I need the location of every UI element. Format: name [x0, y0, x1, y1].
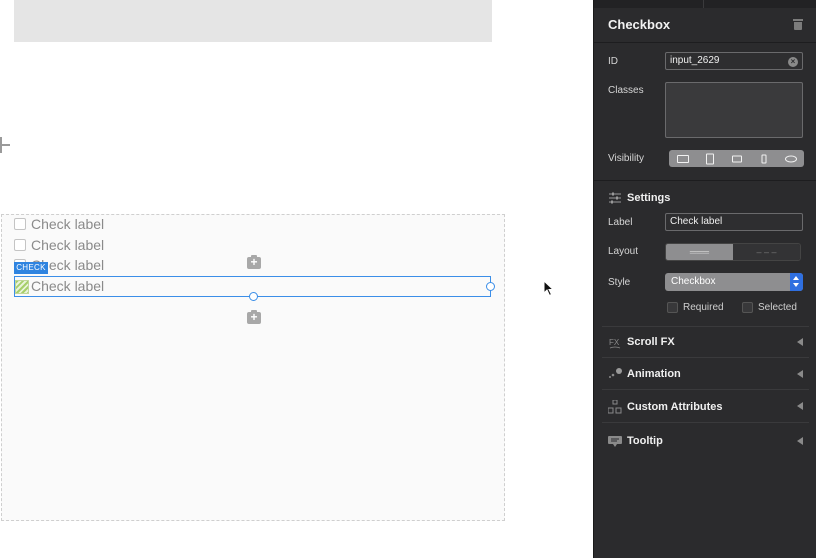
checkbox-square[interactable] — [14, 239, 26, 251]
tooltip-icon — [608, 434, 622, 448]
required-option[interactable]: Required — [667, 302, 724, 313]
properties-panel: Checkbox ID input_2629 × Classes Visibil… — [593, 0, 816, 558]
expand-caret-icon[interactable] — [797, 338, 803, 346]
label-input[interactable]: Check label — [665, 213, 803, 231]
selected-option[interactable]: Selected — [742, 302, 797, 313]
select-arrows-icon — [790, 273, 803, 291]
panel-tab-strip[interactable] — [594, 0, 816, 8]
custom-attributes-title: Custom Attributes — [627, 401, 723, 413]
eye-icon — [784, 155, 797, 162]
panel-title: Checkbox — [608, 17, 671, 32]
mouse-cursor-icon — [543, 280, 555, 297]
scroll-fx-section-header[interactable]: FX Scroll FX — [608, 334, 675, 350]
settings-section-header[interactable]: Settings — [608, 190, 670, 206]
add-element-above-button[interactable]: + — [247, 255, 261, 269]
tablet-icon — [705, 153, 714, 164]
style-select[interactable]: Checkbox — [665, 273, 803, 291]
visibility-desktop-button[interactable] — [669, 150, 696, 167]
svg-text:FX: FX — [609, 338, 620, 347]
classes-label: Classes — [608, 85, 644, 96]
selected-checkbox[interactable] — [742, 302, 753, 313]
divider — [602, 326, 809, 327]
checkbox-label: Check label — [31, 237, 105, 253]
visibility-preview-button[interactable] — [777, 150, 804, 167]
phone-icon — [761, 154, 766, 163]
visibility-label: Visibility — [608, 153, 644, 164]
id-label: ID — [608, 56, 618, 67]
tooltip-section-header[interactable]: Tooltip — [608, 433, 663, 449]
selected-label: Selected — [758, 302, 797, 313]
style-select-value: Checkbox — [671, 276, 716, 287]
layout-stacked-option[interactable]: ═══ — [666, 244, 733, 260]
top-placeholder-block[interactable] — [14, 0, 492, 42]
settings-title: Settings — [627, 192, 671, 204]
trash-icon[interactable] — [793, 18, 803, 30]
divider — [602, 389, 809, 390]
layout-toggle: ═══ – – – — [665, 243, 801, 261]
id-input[interactable]: input_2629 × — [665, 52, 803, 70]
style-label: Style — [608, 277, 631, 288]
fx-icon: FX — [608, 335, 622, 349]
checkbox-square-highlighted[interactable] — [15, 280, 29, 294]
panel-tab[interactable] — [594, 0, 704, 8]
custom-attributes-section-header[interactable]: Custom Attributes — [607, 399, 723, 415]
expand-caret-icon[interactable] — [797, 437, 803, 445]
visibility-toggle-group — [669, 150, 804, 167]
divider — [594, 42, 816, 43]
expand-caret-icon[interactable] — [797, 402, 803, 410]
expand-caret-icon[interactable] — [797, 370, 803, 378]
attributes-icon — [607, 399, 622, 414]
checkbox-item[interactable]: Check label — [14, 214, 104, 234]
label-input-value: Check label — [670, 216, 723, 227]
insert-crosshair-icon — [0, 137, 11, 153]
animation-icon — [608, 367, 622, 381]
design-canvas[interactable]: Check label Check label Check label CHEC… — [0, 0, 593, 558]
checkbox-label: Check label — [31, 278, 105, 294]
divider — [602, 357, 809, 358]
divider — [594, 180, 816, 181]
divider — [602, 422, 809, 423]
visibility-phone-button[interactable] — [750, 150, 777, 167]
id-input-value: input_2629 — [670, 55, 720, 66]
checkbox-square[interactable] — [14, 218, 26, 230]
resize-handle-bottom[interactable] — [249, 292, 258, 301]
animation-section-header[interactable]: Animation — [608, 366, 681, 382]
scroll-fx-title: Scroll FX — [627, 336, 675, 348]
visibility-tablet-landscape-button[interactable] — [723, 150, 750, 167]
resize-handle-right[interactable] — [486, 282, 495, 291]
desktop-icon — [676, 154, 689, 163]
checkbox-item[interactable]: Check label — [14, 235, 104, 255]
classes-textarea[interactable] — [665, 82, 803, 138]
layout-label: Layout — [608, 246, 639, 257]
visibility-tablet-button[interactable] — [696, 150, 723, 167]
required-label: Required — [683, 302, 724, 313]
animation-title: Animation — [627, 368, 681, 380]
element-type-tag: CHECK — [14, 262, 48, 274]
checkbox-label: Check label — [31, 216, 105, 232]
tooltip-title: Tooltip — [627, 435, 663, 447]
label-field-label: Label — [608, 217, 633, 228]
clear-icon[interactable]: × — [788, 57, 798, 67]
tablet-landscape-icon — [731, 155, 742, 162]
add-element-below-button[interactable]: + — [247, 310, 261, 324]
required-checkbox[interactable] — [667, 302, 678, 313]
layout-inline-option[interactable]: – – – — [733, 244, 800, 260]
sliders-icon — [608, 191, 622, 205]
